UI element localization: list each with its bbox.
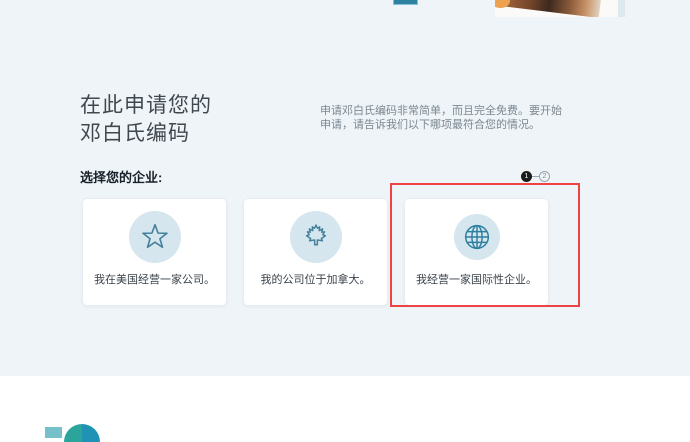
step-indicator: 1 2 [521, 171, 550, 182]
card-label: 我经营一家国际性企业。 [416, 274, 537, 286]
hero-section [0, 0, 690, 376]
logo-shape [82, 424, 100, 442]
star-icon [128, 211, 181, 263]
card-canada-company[interactable]: 我的公司位于加拿大。 [243, 198, 388, 306]
page-title: 在此申请您的 邓白氏编码 [80, 92, 212, 148]
footer-section [0, 376, 690, 438]
step-connector [532, 176, 539, 177]
card-label: 我的公司位于加拿大。 [260, 274, 371, 286]
nav-tab-indicator [393, 0, 418, 5]
card-label: 我在美国经营一家公司。 [94, 274, 215, 286]
page-title-line1: 在此申请您的 [80, 94, 212, 117]
logo-fragment-dome [64, 424, 100, 442]
maple-leaf-icon [289, 211, 342, 263]
card-us-company[interactable]: 我在美国经营一家公司。 [82, 198, 227, 306]
card-international-company[interactable]: 我经营一家国际性企业。 [404, 198, 549, 306]
intro-text: 申请邓白氏编码非常简单，而且完全免费。要开始申请，请告诉我们以下哪项最符合您的情… [320, 105, 562, 131]
step-1-badge: 1 [521, 171, 532, 182]
logo-shape [64, 424, 82, 442]
photo-shape [618, 0, 625, 17]
logo-fragment-square [45, 427, 62, 438]
photo-shape [495, 0, 603, 17]
hero-photo-fragment [495, 0, 625, 17]
step-2-badge: 2 [539, 171, 550, 182]
page-title-line2: 邓白氏编码 [80, 122, 190, 145]
choose-business-label: 选择您的企业: [80, 170, 163, 185]
globe-icon [453, 214, 500, 260]
